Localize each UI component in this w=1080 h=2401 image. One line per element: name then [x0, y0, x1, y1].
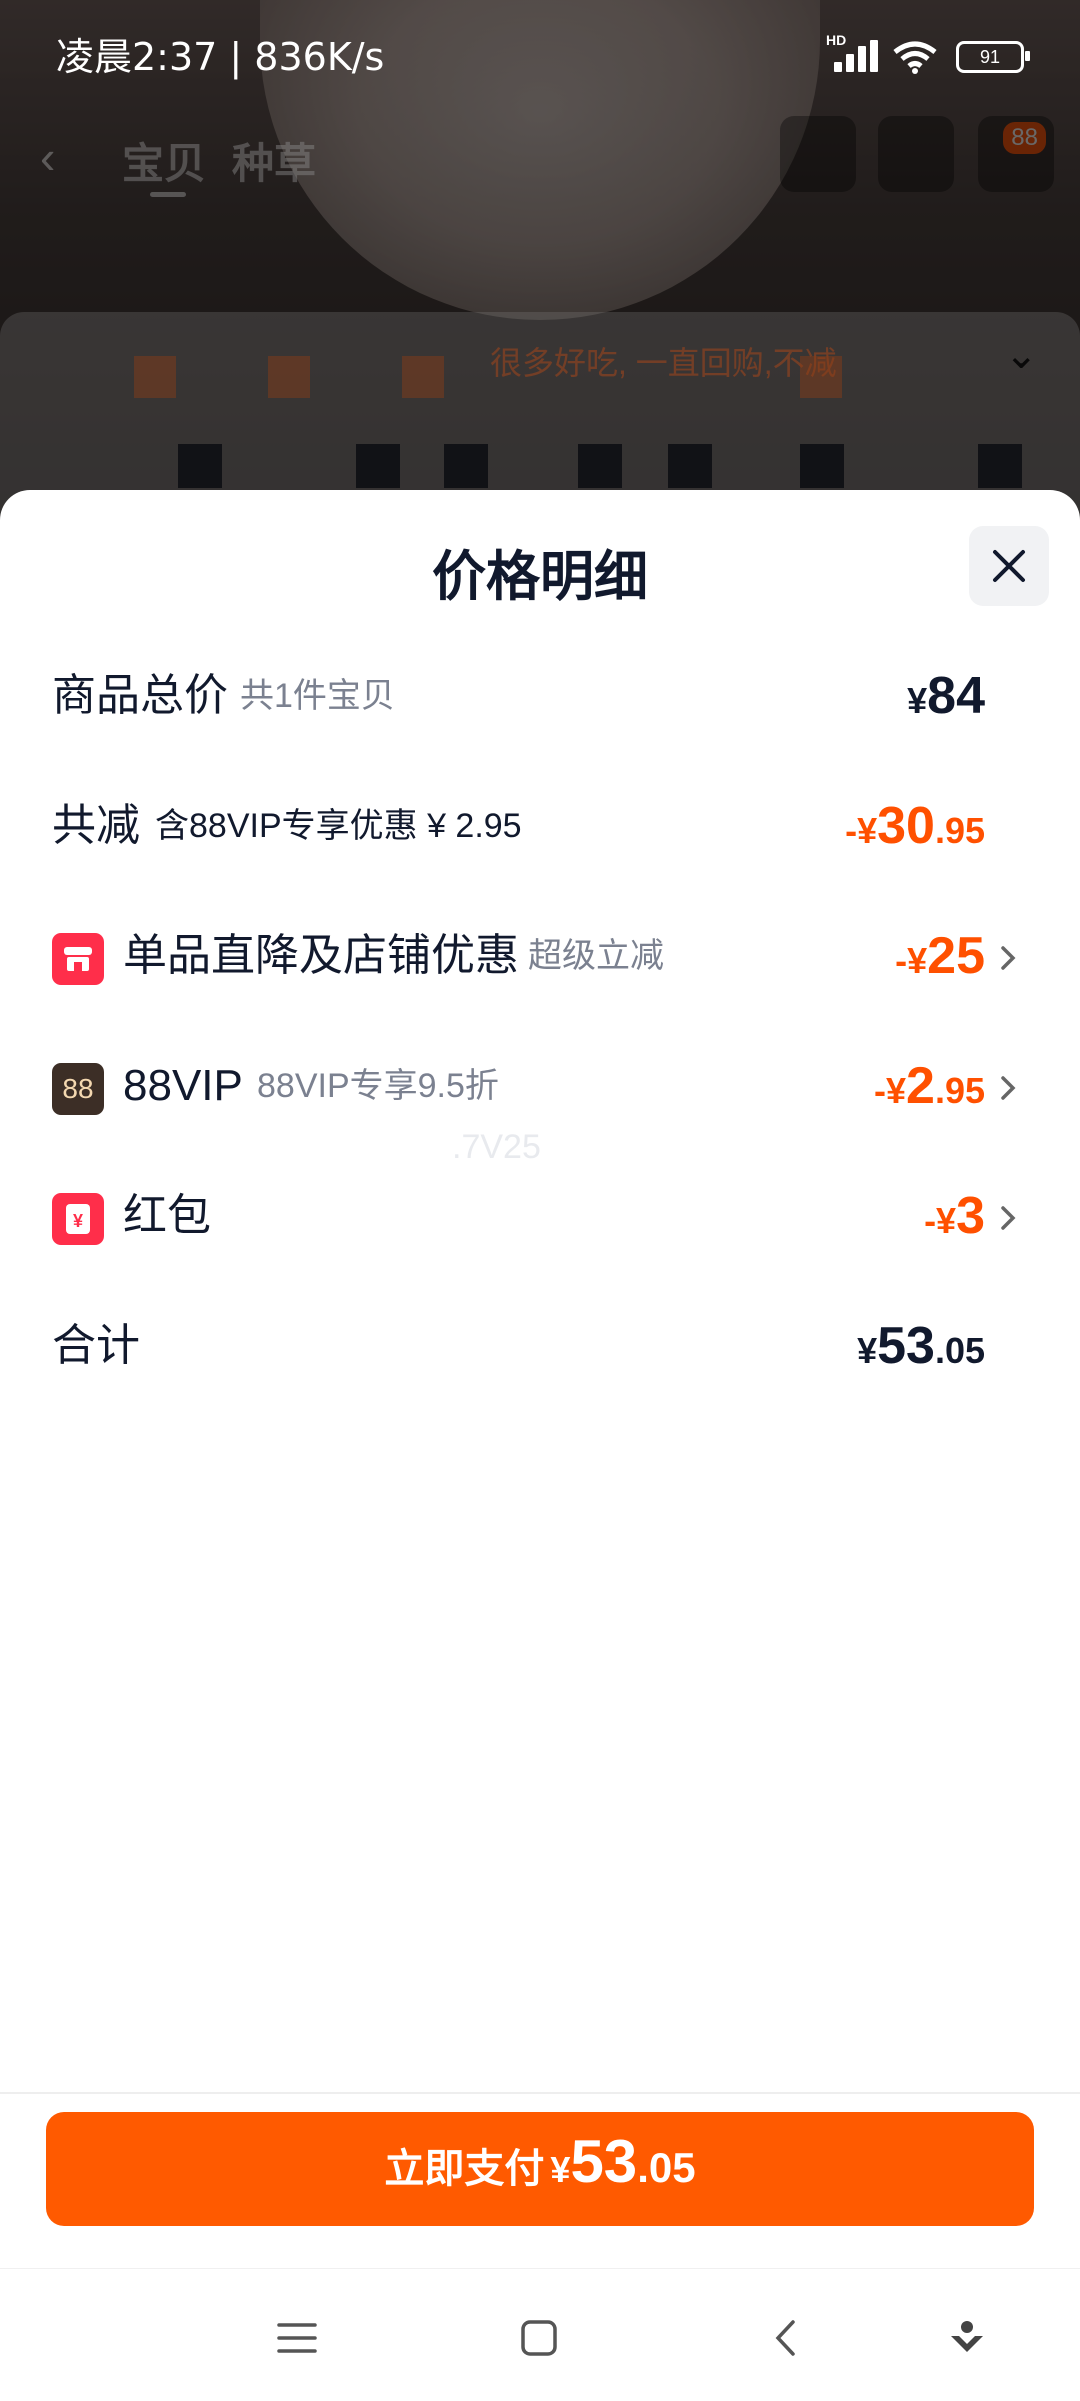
- row-total-discount: 共减 含88VIP专享优惠 ¥ 2.95 -¥30.95: [0, 776, 1080, 876]
- close-button[interactable]: [969, 526, 1049, 606]
- row-sub: 含88VIP专享优惠 ¥ 2.95: [155, 807, 522, 845]
- pay-button-int: 53: [570, 2128, 638, 2195]
- 88vip-icon: 88: [52, 1063, 104, 1115]
- currency: -¥: [874, 1070, 907, 1111]
- status-time: 凌晨2:37 | 836K/s: [56, 35, 385, 79]
- row-total-price: 商品总价 共1件宝贝 ¥84: [0, 646, 1080, 746]
- row-label: 商品总价: [52, 671, 228, 720]
- sheet-title: 价格明细: [432, 547, 648, 607]
- amount-int: 3: [956, 1187, 985, 1245]
- row-sub: 88VIP专享9.5折: [257, 1067, 499, 1105]
- row-red-packet[interactable]: ¥ 红包 -¥3: [0, 1166, 1080, 1266]
- system-nav-bar: [0, 2268, 1080, 2401]
- pay-button-currency: ¥: [550, 2149, 571, 2190]
- amount-int: 53: [877, 1317, 935, 1375]
- assistant-icon: [951, 2321, 983, 2352]
- home-icon: [521, 2320, 557, 2356]
- amount-int: 30: [877, 797, 935, 855]
- watermark: .7V25: [452, 1128, 541, 1166]
- amount-int: 2: [906, 1057, 935, 1115]
- battery-icon: 91: [956, 41, 1030, 73]
- store-icon: [52, 933, 104, 985]
- row-sum: 合计 ¥53.05: [0, 1296, 1080, 1396]
- row-label: 合计: [52, 1321, 140, 1370]
- row-88vip[interactable]: 88 88VIP 88VIP专享9.5折 -¥2.95: [0, 1036, 1080, 1136]
- row-label: 共减: [52, 801, 140, 850]
- currency: ¥: [907, 680, 928, 721]
- amount-dec: .95: [934, 810, 985, 851]
- svg-text:¥: ¥: [73, 1211, 83, 1231]
- background-app: ‹ 宝贝 种草 88 很多好吃, 一直回购,不减 ⌄ 凌晨2:37 | 836K…: [0, 0, 1080, 520]
- chevron-right-icon: [1001, 1076, 1016, 1100]
- currency: -¥: [895, 940, 928, 981]
- divider: [0, 2092, 1080, 2094]
- battery-level: 91: [979, 46, 1001, 67]
- row-label: 红包: [123, 1191, 211, 1240]
- row-amount: -¥30.95: [845, 776, 985, 889]
- row-amount: -¥3: [924, 1166, 985, 1279]
- row-amount: -¥2.95: [874, 1036, 985, 1149]
- signal-icon: HD: [826, 32, 878, 72]
- status-bar: 凌晨2:37 | 836K/s HD 91: [0, 0, 1080, 96]
- back-icon: [775, 2320, 795, 2356]
- pay-button-label: 立即支付: [384, 2147, 545, 2191]
- currency: -¥: [845, 810, 878, 851]
- recents-button[interactable]: [272, 2313, 322, 2363]
- row-sub: 超级立减: [528, 937, 664, 975]
- row-shop-discount[interactable]: 单品直降及店铺优惠 超级立减 -¥25: [0, 906, 1080, 1006]
- pay-button-dec: .05: [637, 2144, 696, 2191]
- wifi-icon: [893, 41, 937, 74]
- home-button[interactable]: [514, 2313, 564, 2363]
- chevron-right-icon: [1001, 946, 1016, 970]
- assistant-button[interactable]: [942, 2313, 992, 2363]
- currency: -¥: [924, 1200, 957, 1241]
- currency: ¥: [857, 1330, 878, 1371]
- amount-dec: .05: [934, 1330, 985, 1371]
- row-amount: -¥25: [895, 906, 985, 1019]
- red-packet-icon: ¥: [52, 1193, 104, 1245]
- chevron-right-icon: [1001, 1206, 1016, 1230]
- amount-int: 84: [927, 667, 985, 725]
- status-icons: HD 91: [826, 32, 1030, 74]
- row-sub: 共1件宝贝: [240, 677, 395, 715]
- pay-now-button[interactable]: 立即支付 ¥ 53 .05: [46, 2112, 1034, 2226]
- row-amount: ¥84: [907, 646, 985, 759]
- close-icon: [993, 550, 1025, 582]
- row-amount: ¥53.05: [857, 1296, 985, 1409]
- back-button[interactable]: [760, 2313, 810, 2363]
- row-label: 单品直降及店铺优惠: [123, 931, 519, 980]
- 88vip-icon-text: 88: [62, 1073, 94, 1104]
- network-type: HD: [826, 32, 847, 48]
- row-label: 88VIP: [123, 1061, 243, 1110]
- amount-int: 25: [927, 927, 985, 985]
- amount-dec: .95: [934, 1070, 985, 1111]
- menu-icon: [277, 2323, 317, 2353]
